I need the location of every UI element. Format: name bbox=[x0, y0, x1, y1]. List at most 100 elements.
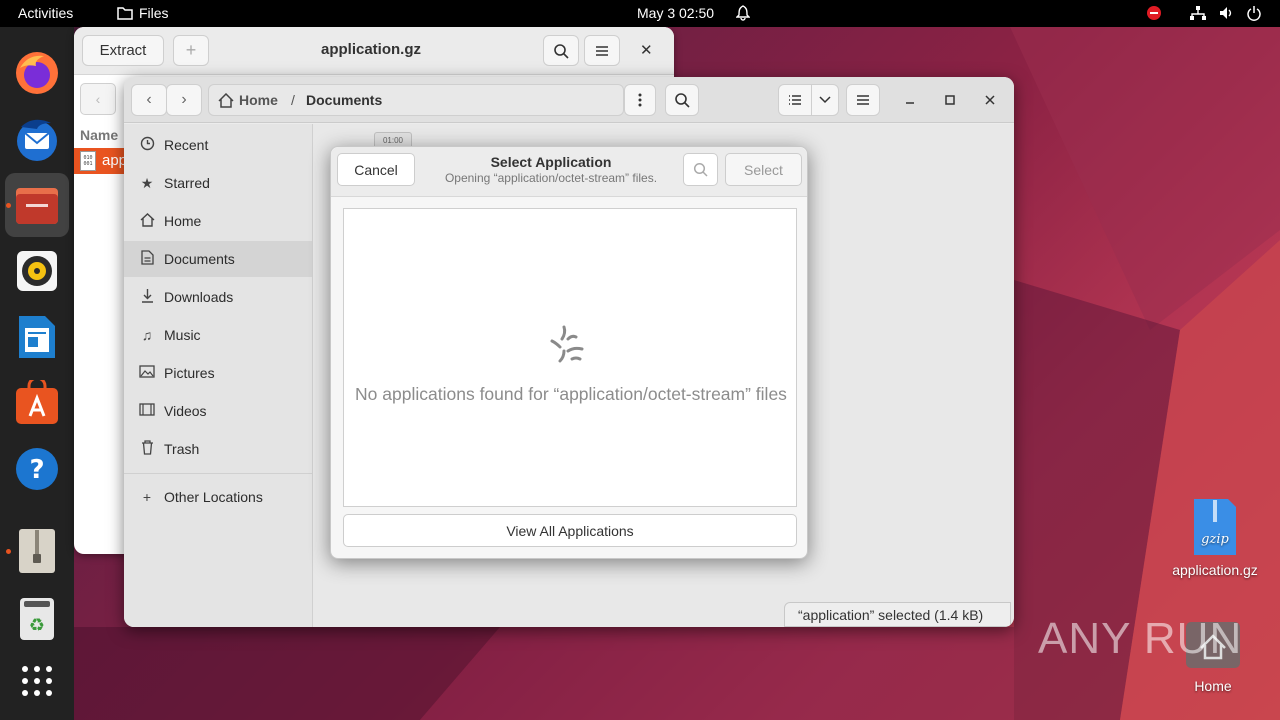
firefox-icon[interactable] bbox=[5, 41, 69, 105]
dialog-search-button[interactable] bbox=[683, 153, 718, 186]
svg-text:♻: ♻ bbox=[29, 615, 45, 636]
search-icon bbox=[554, 43, 569, 59]
chevron-down-icon bbox=[819, 96, 831, 104]
minimize-icon bbox=[906, 102, 914, 104]
network-icon[interactable] bbox=[1190, 6, 1206, 23]
clock[interactable]: May 3 02:50 bbox=[637, 5, 714, 21]
minimize-button[interactable] bbox=[898, 88, 922, 112]
top-bar: Activities Files May 3 02:50 bbox=[0, 0, 1280, 27]
desktop-file-label: application.gz bbox=[1172, 562, 1258, 578]
maximize-button[interactable] bbox=[938, 88, 962, 112]
picture-icon bbox=[138, 365, 156, 381]
watermark-text: ANY RUN bbox=[1038, 614, 1243, 663]
application-list[interactable]: No applications found for “application/o… bbox=[343, 208, 797, 507]
view-toggle-button[interactable] bbox=[778, 84, 812, 116]
search-icon bbox=[693, 162, 708, 177]
sidebar-item-home[interactable]: Home bbox=[124, 203, 312, 239]
close-button[interactable] bbox=[978, 88, 1002, 112]
home-icon bbox=[138, 212, 156, 230]
archive-manager-icon[interactable] bbox=[5, 519, 69, 583]
power-icon[interactable] bbox=[1247, 5, 1261, 24]
rhythmbox-icon[interactable] bbox=[5, 239, 69, 303]
dialog-title: Select Application bbox=[490, 154, 612, 170]
libreoffice-writer-icon[interactable] bbox=[5, 305, 69, 369]
archive-search-button[interactable] bbox=[543, 35, 579, 66]
path-bar[interactable]: Home / Documents bbox=[208, 84, 624, 116]
sidebar-item-other-locations[interactable]: + Other Locations bbox=[124, 479, 312, 515]
trash-icon bbox=[138, 440, 156, 458]
app-center-icon[interactable] bbox=[5, 371, 69, 435]
sidebar-item-documents[interactable]: Documents bbox=[124, 241, 312, 277]
bell-icon[interactable] bbox=[735, 5, 751, 24]
plus-icon: + bbox=[142, 489, 152, 505]
spinner-icon bbox=[550, 325, 584, 363]
list-view-icon bbox=[789, 95, 801, 105]
sidebar-item-starred[interactable]: ★ Starred bbox=[124, 165, 312, 201]
sidebar-item-music[interactable]: ♫ Music bbox=[124, 317, 312, 353]
cancel-button[interactable]: Cancel bbox=[337, 153, 415, 186]
files-search-button[interactable] bbox=[665, 84, 699, 116]
svg-text:?: ? bbox=[29, 455, 44, 485]
svg-text:gzip: gzip bbox=[1201, 532, 1229, 547]
path-separator: / bbox=[291, 92, 295, 108]
sidebar-item-downloads[interactable]: Downloads bbox=[124, 279, 312, 315]
svg-text:001: 001 bbox=[83, 161, 92, 167]
sidebar-item-trash[interactable]: Trash bbox=[124, 431, 312, 467]
gzip-file-icon: gzip bbox=[1194, 499, 1236, 555]
view-options-button[interactable] bbox=[811, 84, 839, 116]
select-button[interactable]: Select bbox=[725, 153, 802, 186]
show-apps-icon[interactable] bbox=[5, 649, 69, 713]
sidebar-item-label: Home bbox=[164, 213, 202, 229]
sidebar-item-label: Starred bbox=[164, 175, 210, 191]
binary-file-icon: 010001 bbox=[80, 151, 96, 171]
download-icon bbox=[138, 288, 156, 306]
recycle-bin-icon[interactable]: ♻ bbox=[5, 587, 69, 651]
archive-menu-button[interactable] bbox=[584, 35, 620, 66]
thunderbird-icon[interactable] bbox=[5, 107, 69, 171]
archive-column-name[interactable]: Name bbox=[80, 127, 118, 143]
desktop-home-label: Home bbox=[1194, 678, 1232, 694]
back-button[interactable]: ‹ bbox=[131, 84, 167, 116]
help-icon[interactable]: ? bbox=[5, 437, 69, 501]
dialog-subtitle: Opening “application/octet-stream” files… bbox=[444, 171, 658, 185]
sidebar-item-label: Pictures bbox=[164, 365, 215, 381]
files-menu-button[interactable] bbox=[846, 84, 880, 116]
sidebar-item-label: Music bbox=[164, 327, 201, 343]
maximize-icon bbox=[945, 95, 955, 105]
path-home[interactable]: Home bbox=[239, 92, 278, 108]
empty-state-message: No applications found for “application/o… bbox=[355, 384, 787, 404]
select-application-dialog: Cancel Select Application Opening “appli… bbox=[330, 146, 808, 559]
sidebar: Recent ★ Starred Home Documents Download… bbox=[124, 124, 313, 627]
archive-back-button[interactable]: ‹ bbox=[80, 83, 116, 115]
app-menu[interactable]: Files bbox=[139, 5, 169, 21]
sidebar-item-videos[interactable]: Videos bbox=[124, 393, 312, 429]
forward-button[interactable]: › bbox=[166, 84, 202, 116]
path-current[interactable]: Documents bbox=[306, 92, 382, 108]
status-overlay: “application” selected (1.4 kB) bbox=[784, 602, 1011, 627]
files-app-icon[interactable] bbox=[5, 173, 69, 237]
dock: ? ♻ bbox=[0, 27, 74, 720]
path-menu-button[interactable] bbox=[624, 84, 656, 116]
sidebar-item-label: Documents bbox=[164, 251, 235, 267]
watermark: ANY RUN bbox=[1038, 614, 1242, 664]
view-all-applications-button[interactable]: View All Applications bbox=[343, 514, 797, 547]
music-icon: ♫ bbox=[141, 327, 153, 343]
sidebar-item-pictures[interactable]: Pictures bbox=[124, 355, 312, 391]
sidebar-item-label: Other Locations bbox=[164, 489, 263, 505]
archive-close-button[interactable]: ✕ bbox=[640, 41, 653, 59]
volume-icon[interactable] bbox=[1219, 6, 1235, 23]
home-icon bbox=[218, 93, 234, 108]
kebab-icon bbox=[638, 93, 642, 107]
hamburger-icon bbox=[857, 95, 869, 105]
sidebar-item-label: Recent bbox=[164, 137, 209, 153]
video-icon bbox=[138, 403, 156, 419]
close-icon bbox=[985, 95, 995, 105]
sidebar-item-label: Downloads bbox=[164, 289, 234, 305]
star-icon: ★ bbox=[140, 174, 154, 191]
sidebar-item-recent[interactable]: Recent bbox=[124, 127, 312, 163]
activities-button[interactable]: Activities bbox=[18, 5, 73, 21]
clock-icon bbox=[138, 136, 156, 154]
sidebar-item-label: Videos bbox=[164, 403, 207, 419]
do-not-disturb-icon[interactable] bbox=[1146, 5, 1162, 24]
desktop-file-application-gz[interactable]: gzip application.gz bbox=[1160, 498, 1270, 578]
